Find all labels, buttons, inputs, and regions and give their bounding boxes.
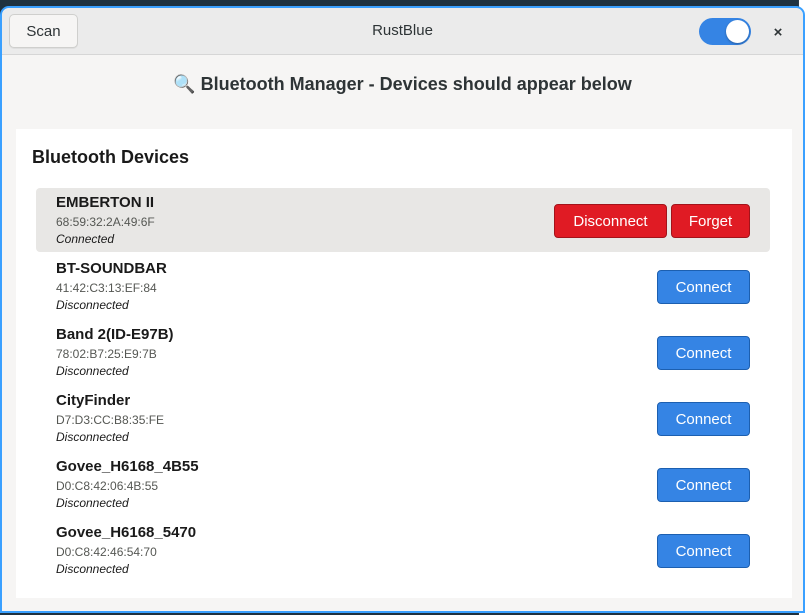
- device-name: CityFinder: [56, 392, 131, 409]
- device-mac: 41:42:C3:13:EF:84: [56, 281, 157, 295]
- toggle-knob: [726, 20, 749, 43]
- disconnect-button[interactable]: Disconnect: [554, 204, 667, 238]
- device-mac: D0:C8:42:46:54:70: [56, 545, 157, 559]
- devices-panel: Bluetooth Devices EMBERTON II 68:59:32:2…: [16, 129, 792, 598]
- device-row[interactable]: Govee_H6168_4B55 D0:C8:42:06:4B:55 Disco…: [36, 452, 770, 516]
- device-row[interactable]: BT-SOUNDBAR 41:42:C3:13:EF:84 Disconnect…: [36, 254, 770, 318]
- connect-button[interactable]: Connect: [657, 402, 750, 436]
- banner-text: Bluetooth Manager - Devices should appea…: [200, 74, 632, 94]
- device-mac: D0:C8:42:06:4B:55: [56, 479, 159, 493]
- connect-button[interactable]: Connect: [657, 336, 750, 370]
- device-mac: 78:02:B7:25:E9:7B: [56, 347, 157, 361]
- search-icon: 🔍: [173, 74, 196, 94]
- banner: 🔍 Bluetooth Manager - Devices should app…: [2, 74, 803, 95]
- device-status: Disconnected: [56, 562, 129, 576]
- device-status: Connected: [56, 232, 115, 246]
- device-name: Govee_H6168_4B55: [56, 458, 199, 475]
- connect-button[interactable]: Connect: [657, 270, 750, 304]
- connect-button[interactable]: Connect: [657, 534, 750, 568]
- device-status: Disconnected: [56, 430, 129, 444]
- device-name: Band 2(ID-E97B): [56, 326, 174, 343]
- device-status: Disconnected: [56, 298, 129, 312]
- forget-button[interactable]: Forget: [671, 204, 750, 238]
- device-name: Govee_H6168_5470: [56, 524, 197, 541]
- device-status: Disconnected: [56, 364, 129, 378]
- window-title: RustBlue: [372, 22, 433, 39]
- device-row[interactable]: EMBERTON II 68:59:32:2A:49:6F Connected …: [36, 188, 770, 252]
- device-name: BT-SOUNDBAR: [56, 260, 167, 277]
- connect-button[interactable]: Connect: [657, 468, 750, 502]
- header-bar: Scan RustBlue ×: [2, 8, 803, 55]
- device-status: Disconnected: [56, 496, 129, 510]
- close-icon[interactable]: ×: [766, 20, 790, 44]
- device-mac: D7:D3:CC:B8:35:FE: [56, 413, 165, 427]
- device-name: EMBERTON II: [56, 194, 155, 211]
- device-mac: 68:59:32:2A:49:6F: [56, 215, 155, 229]
- device-row[interactable]: Band 2(ID-E97B) 78:02:B7:25:E9:7B Discon…: [36, 320, 770, 384]
- device-row[interactable]: CityFinder D7:D3:CC:B8:35:FE Disconnecte…: [36, 386, 770, 450]
- bluetooth-toggle[interactable]: [699, 18, 751, 45]
- panel-title: Bluetooth Devices: [32, 147, 190, 167]
- app-window: Scan RustBlue × 🔍 Bluetooth Manager - De…: [0, 6, 805, 613]
- device-row[interactable]: Govee_H6168_5470 D0:C8:42:46:54:70 Disco…: [36, 518, 770, 582]
